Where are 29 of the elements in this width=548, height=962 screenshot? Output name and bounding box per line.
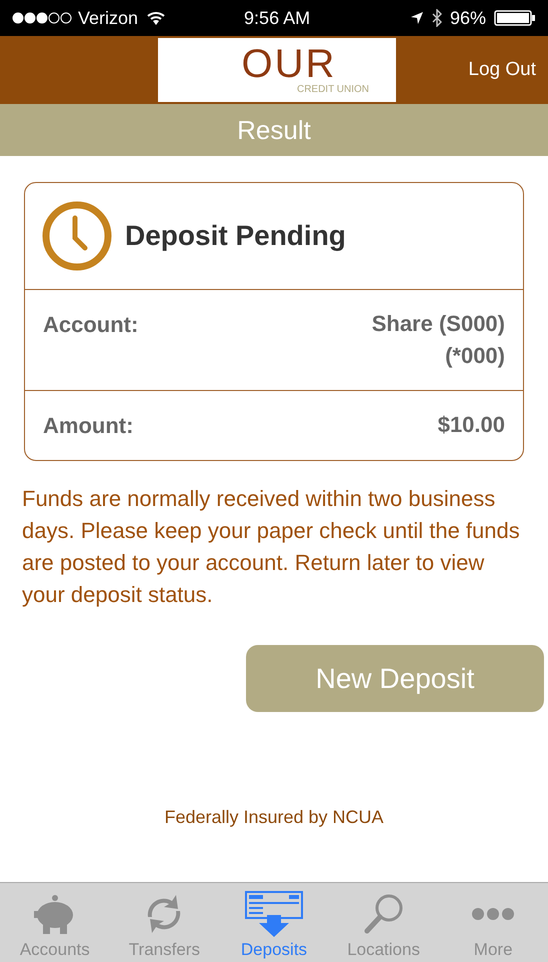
row-label: Account: — [43, 311, 138, 339]
carrier-name: Verizon — [78, 6, 138, 30]
wifi-icon — [146, 10, 166, 26]
new-deposit-button[interactable]: New Deposit — [246, 645, 544, 712]
tab-item[interactable]: More — [438, 883, 548, 962]
logo-text: OUR — [240, 44, 336, 84]
row-value: (*000) — [445, 342, 505, 370]
tab-item[interactable]: Deposits — [219, 883, 329, 962]
row-value: Share (S000) — [372, 310, 505, 338]
battery-icon — [494, 10, 536, 26]
card-heading: Deposit Pending — [125, 219, 346, 253]
signal-icon — [12, 12, 74, 24]
location-arrow-icon — [410, 11, 424, 25]
check-deposit-icon — [244, 891, 303, 937]
row-value: $10.00 — [438, 411, 505, 439]
bluetooth-icon — [432, 9, 442, 27]
log-out-button[interactable]: Log Out — [468, 56, 536, 84]
logo-subtext: CREDIT UNION — [296, 84, 370, 96]
tab-item[interactable]: Locations — [328, 883, 438, 962]
clock-icon — [41, 200, 113, 272]
tab-item[interactable]: Transfers — [110, 883, 220, 962]
footer-text: Federally Insured by NCUA — [164, 806, 384, 829]
page-title: Result — [237, 114, 311, 146]
notice-text: Funds are normally received within two business days. Please keep your paper check until the funds are posted to your account. Return later to view your deposit status. — [22, 485, 521, 609]
clock-time: 9:56 AM — [244, 6, 310, 30]
more-icon — [471, 907, 516, 921]
battery-percent: 96% — [450, 6, 486, 30]
tab-item[interactable]: Accounts — [0, 883, 110, 962]
row-label: Amount: — [43, 412, 134, 440]
